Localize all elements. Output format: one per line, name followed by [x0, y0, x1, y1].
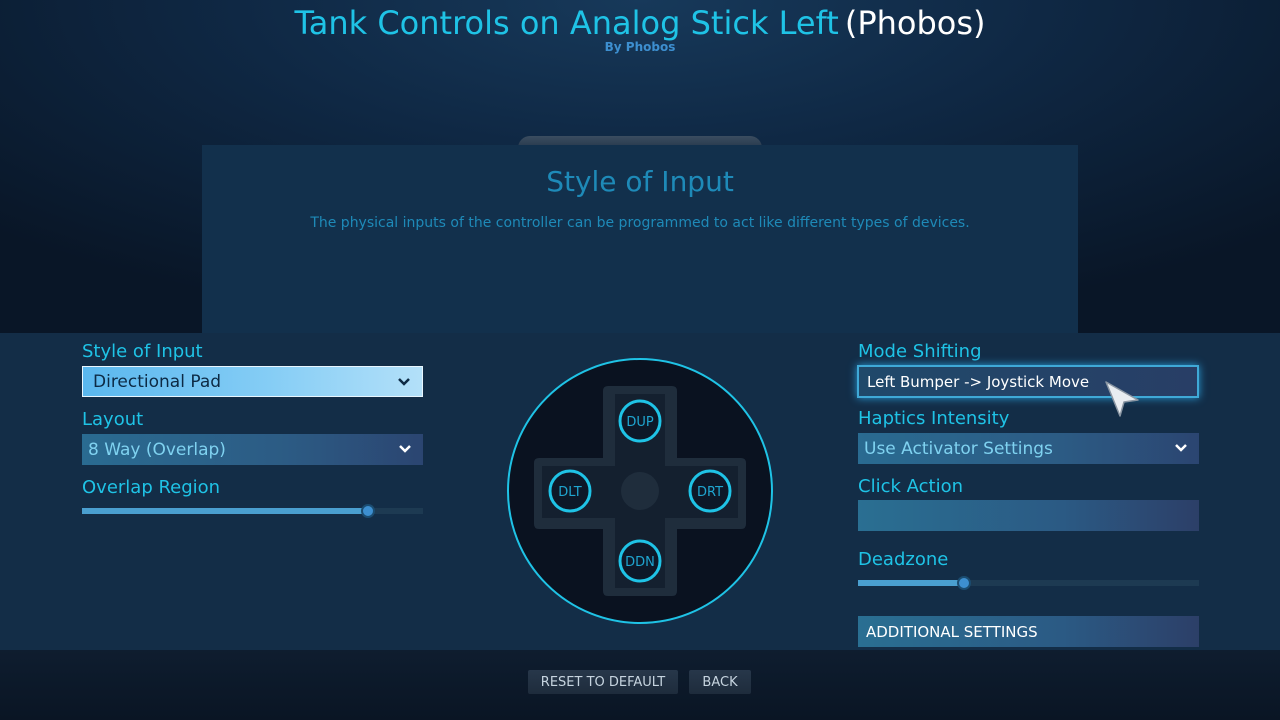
- overlap-slider-knob[interactable]: [361, 504, 375, 518]
- dpad-right-label: DRT: [697, 485, 723, 500]
- deadzone-slider[interactable]: [858, 576, 1199, 590]
- additional-settings-button[interactable]: ADDITIONAL SETTINGS: [858, 616, 1199, 647]
- click-action-button[interactable]: [858, 500, 1199, 531]
- dpad-left-label: DLT: [558, 485, 581, 500]
- dpad-right-button[interactable]: DRT: [688, 469, 732, 513]
- deadzone-slider-knob[interactable]: [957, 576, 971, 590]
- info-description: The physical inputs of the controller ca…: [310, 215, 970, 231]
- config-author-tag: (Phobos): [844, 4, 986, 42]
- click-action-label: Click Action: [858, 476, 963, 497]
- reset-to-default-button[interactable]: RESET TO DEFAULT: [528, 670, 678, 694]
- layout-label: Layout: [82, 409, 144, 430]
- haptics-intensity-value: Use Activator Settings: [864, 438, 1053, 459]
- reset-to-default-label: RESET TO DEFAULT: [540, 674, 666, 690]
- additional-settings-label: ADDITIONAL SETTINGS: [866, 622, 1038, 641]
- mode-shifting-value: Left Bumper -> Joystick Move: [867, 372, 1090, 391]
- haptics-intensity-dropdown[interactable]: Use Activator Settings: [858, 433, 1199, 464]
- overlap-region-slider[interactable]: [82, 504, 423, 518]
- dpad-down-button[interactable]: DDN: [618, 539, 662, 583]
- chevron-down-icon: [398, 378, 410, 386]
- style-of-input-dropdown[interactable]: Directional Pad: [82, 366, 423, 397]
- haptics-intensity-label: Haptics Intensity: [858, 408, 1010, 429]
- deadzone-slider-fill: [858, 580, 964, 586]
- config-title: Tank Controls on Analog Stick Left: [294, 4, 839, 42]
- mode-shifting-button[interactable]: Left Bumper -> Joystick Move: [857, 365, 1199, 398]
- page-title: Tank Controls on Analog Stick Left (Phobo…: [0, 2, 1280, 44]
- back-button[interactable]: BACK: [689, 670, 751, 694]
- byline: By Phobos: [604, 40, 676, 54]
- style-of-input-label: Style of Input: [82, 341, 203, 362]
- info-panel: Style of Input The physical inputs of th…: [202, 145, 1078, 333]
- dpad-left-button[interactable]: DLT: [548, 469, 592, 513]
- chevron-down-icon: [399, 445, 411, 453]
- chevron-down-icon: [1175, 444, 1187, 452]
- mode-shifting-label: Mode Shifting: [858, 341, 982, 362]
- layout-dropdown[interactable]: 8 Way (Overlap): [82, 434, 423, 465]
- deadzone-label: Deadzone: [858, 549, 949, 570]
- style-of-input-value: Directional Pad: [93, 371, 222, 392]
- layout-value: 8 Way (Overlap): [88, 439, 226, 460]
- overlap-slider-fill: [82, 508, 368, 514]
- back-label: BACK: [702, 674, 738, 690]
- mouse-cursor-icon: [1105, 381, 1139, 417]
- dpad-down-label: DDN: [625, 555, 655, 570]
- info-title: Style of Input: [546, 165, 734, 198]
- dpad-visual: DUP DLT DRT DDN: [507, 358, 773, 624]
- dpad-center: [621, 472, 659, 510]
- dpad-up-label: DUP: [626, 415, 654, 430]
- overlap-region-label: Overlap Region: [82, 477, 221, 498]
- dpad-up-button[interactable]: DUP: [618, 399, 662, 443]
